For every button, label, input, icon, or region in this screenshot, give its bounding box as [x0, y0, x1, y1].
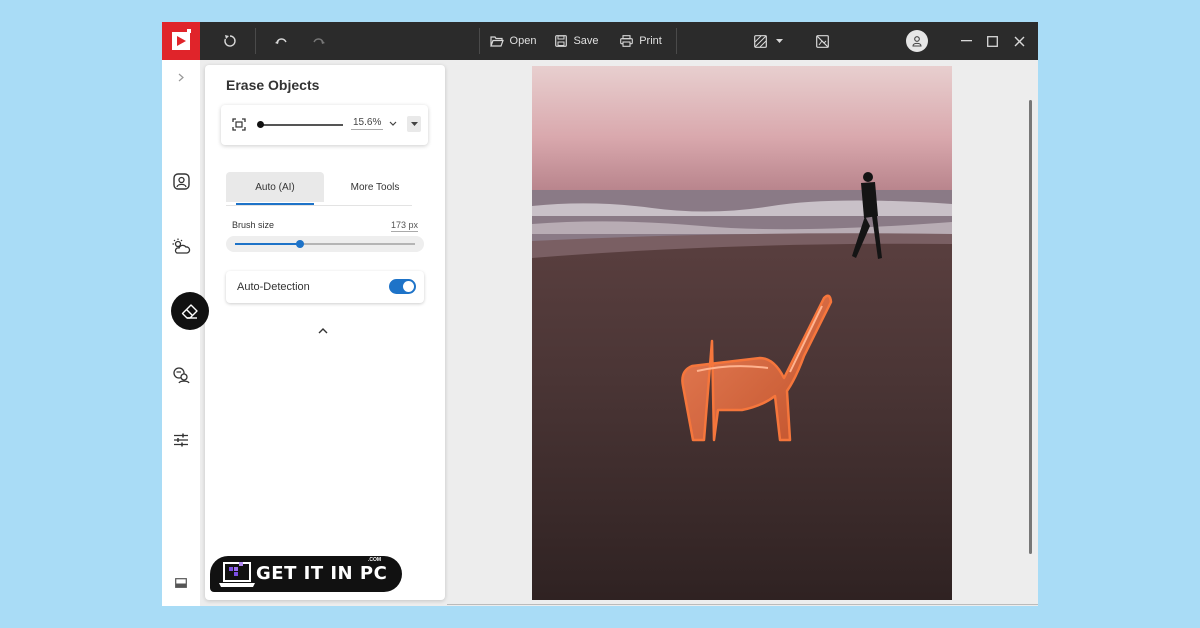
reset-icon[interactable] [219, 22, 241, 60]
toolbar-separator [479, 28, 480, 54]
minimize-icon[interactable] [956, 22, 976, 60]
chevron-down-icon [775, 39, 783, 43]
portrait-icon[interactable] [169, 169, 193, 193]
erase-objects-panel: Erase Objects 15.6% Auto (AI) More Tools… [205, 65, 445, 600]
tab-auto-ai[interactable]: Auto (AI) [226, 172, 324, 202]
compare-icon [753, 34, 767, 48]
panel-toggle-icon[interactable] [169, 571, 193, 595]
tool-rail [162, 60, 200, 606]
beach-sand [532, 235, 952, 600]
watermark-text: GET IT IN PC [256, 563, 388, 584]
fit-screen-icon[interactable] [232, 118, 246, 131]
panel-title: Erase Objects [226, 77, 320, 93]
watermark-logo: GET IT IN PC .COM [210, 556, 402, 592]
zoom-value[interactable]: 15.6% [351, 117, 384, 130]
zoom-menu-button[interactable] [407, 116, 421, 132]
open-button[interactable]: Open [489, 22, 537, 60]
print-button[interactable]: Print [619, 22, 663, 60]
tab-divider [226, 205, 412, 206]
watermark-com: .COM [368, 557, 382, 563]
print-icon [620, 35, 634, 47]
app-logo [162, 22, 200, 60]
zoom-slider-thumb[interactable] [257, 121, 264, 128]
canvas-image[interactable] [532, 66, 952, 600]
title-bar: Open Save Print [162, 22, 1038, 60]
face-swap-icon[interactable] [169, 363, 193, 387]
laptop-icon [219, 562, 255, 587]
sky-weather-icon[interactable] [169, 234, 193, 258]
brush-slider-fill [235, 243, 300, 245]
user-icon [912, 36, 922, 47]
tab-more-tools[interactable]: More Tools [326, 172, 424, 202]
zoom-control: 15.6% [221, 105, 428, 145]
auto-detection-label: Auto-Detection [237, 281, 310, 293]
vertical-scrollbar[interactable] [1029, 100, 1032, 554]
maximize-icon[interactable] [982, 22, 1002, 60]
toolbar-separator [676, 28, 677, 54]
chevron-down-icon[interactable] [389, 121, 397, 126]
canvas-bottom-border [447, 604, 1038, 605]
folder-open-icon [489, 36, 504, 47]
hide-original-icon[interactable] [811, 22, 833, 60]
mode-tabs: Auto (AI) More Tools [226, 172, 412, 206]
save-label: Save [573, 35, 599, 47]
undo-icon[interactable] [270, 22, 292, 60]
auto-detection-row: Auto-Detection [226, 271, 424, 303]
toggle-knob [403, 281, 414, 292]
sky [532, 66, 952, 196]
brush-size-value[interactable]: 173 px [390, 220, 418, 232]
close-icon[interactable] [1009, 22, 1029, 60]
zoom-slider-track[interactable] [259, 124, 343, 126]
adjust-sliders-icon[interactable] [169, 428, 193, 452]
open-label: Open [509, 35, 537, 47]
eraser-tool-button[interactable] [171, 292, 209, 330]
brush-size-slider[interactable] [226, 236, 424, 252]
auto-detection-toggle[interactable] [389, 279, 416, 294]
user-avatar[interactable] [906, 30, 928, 52]
compare-view-dropdown[interactable] [750, 22, 786, 60]
chevron-right-icon[interactable] [169, 65, 193, 89]
brush-size-label: Brush size [232, 220, 275, 230]
save-icon [555, 35, 568, 47]
redo-icon[interactable] [308, 22, 330, 60]
chevron-up-icon[interactable] [318, 321, 328, 339]
caret-down-icon [410, 122, 418, 126]
active-tab-indicator [236, 203, 314, 205]
print-label: Print [639, 35, 662, 47]
save-button[interactable]: Save [555, 22, 599, 60]
brush-slider-thumb[interactable] [295, 240, 304, 248]
toolbar-separator [255, 28, 256, 54]
eraser-icon [181, 303, 198, 319]
